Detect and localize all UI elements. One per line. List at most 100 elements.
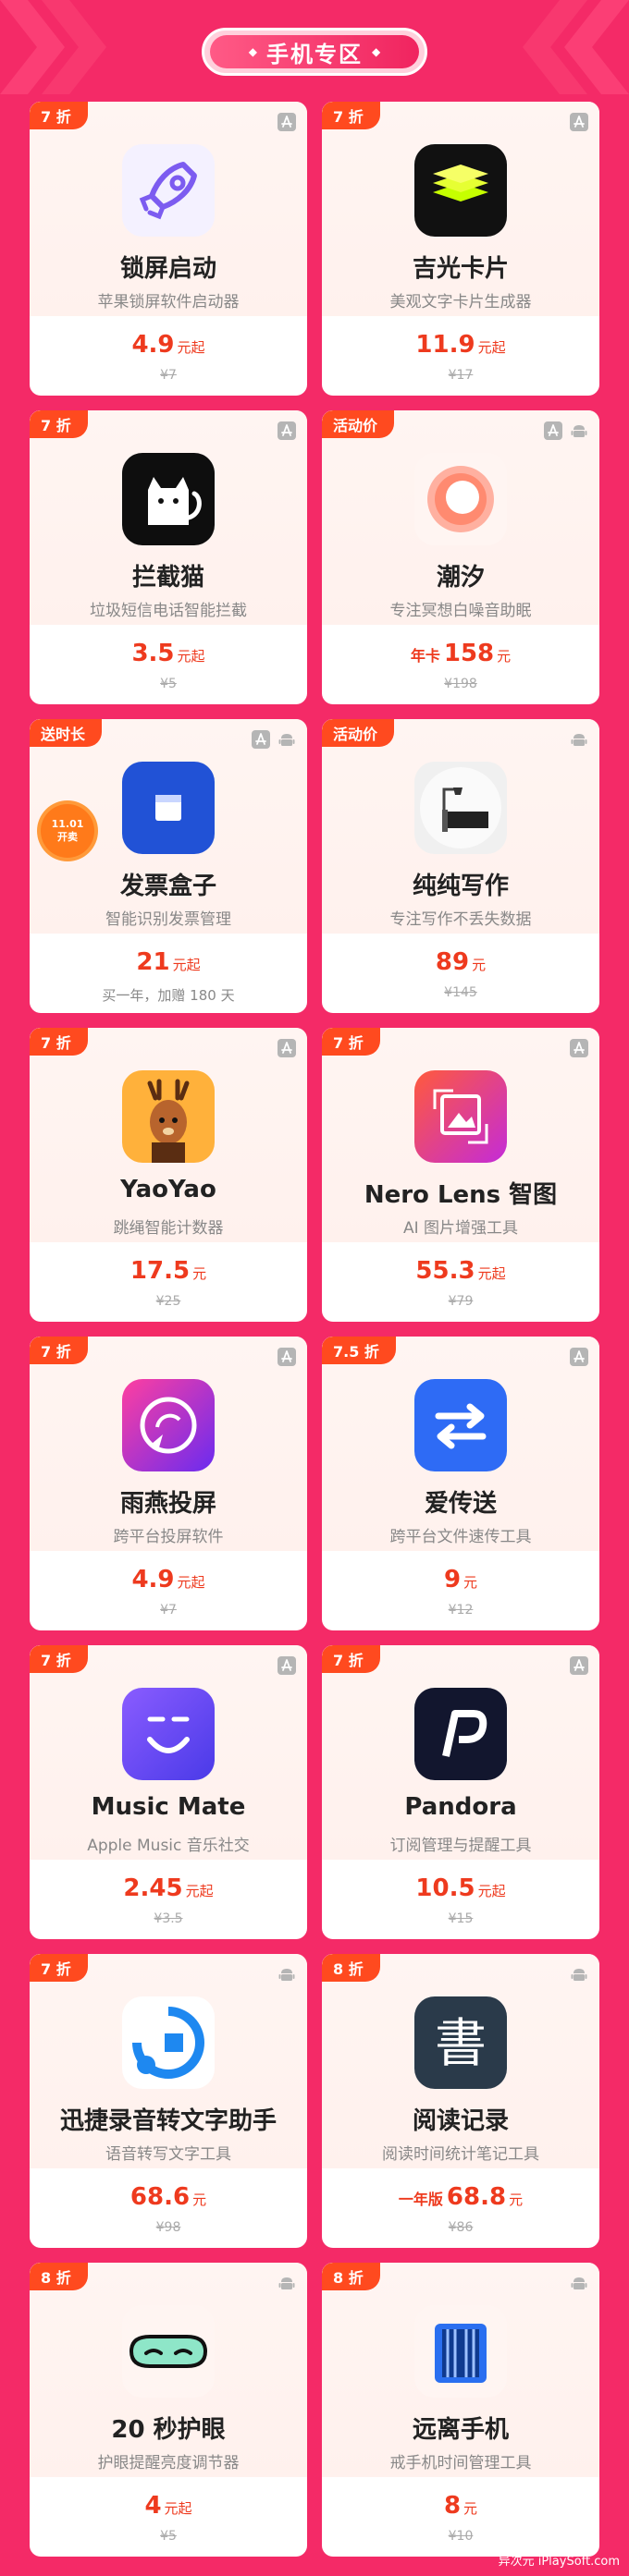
cat-icon[interactable] bbox=[122, 453, 215, 545]
price-unit: 元 bbox=[192, 2191, 207, 2208]
app-card[interactable]: 7.5 折爱传送 跨平台文件速传工具 9 元 ¥12 bbox=[322, 1337, 599, 1630]
app-store-icon bbox=[278, 421, 296, 440]
price-unit: 元起 bbox=[177, 648, 205, 665]
app-store-icon bbox=[544, 421, 562, 440]
price-unit: 元起 bbox=[477, 1883, 506, 1899]
price-unit: 元起 bbox=[177, 1574, 205, 1591]
app-store-icon bbox=[252, 730, 270, 749]
book-char-icon[interactable]: 書 bbox=[414, 1996, 507, 2089]
watermark: 异次元 iPlaySoft.com bbox=[498, 2555, 620, 2569]
discount-badge: 7.5 折 bbox=[322, 1337, 396, 1364]
price-unit: 元 bbox=[192, 1265, 207, 1282]
section-header: ◆ 手机专区 ◆ bbox=[0, 0, 629, 94]
discount-badge: 7 折 bbox=[322, 1645, 380, 1673]
price-row: 10.5 元起 bbox=[322, 1874, 599, 1902]
app-card[interactable]: 8 折書阅读记录 阅读时间统计笔记工具 一年版 68.8 元 ¥86 bbox=[322, 1954, 599, 2248]
price-unit: 元 bbox=[463, 2500, 478, 2517]
platform-icons bbox=[570, 2274, 588, 2292]
price-unit: 元 bbox=[497, 648, 512, 665]
app-card[interactable]: 7 折吉光卡片 美观文字卡片生成器 11.9 元起 ¥17 bbox=[322, 102, 599, 396]
eye-mask-icon[interactable] bbox=[122, 2305, 215, 2398]
price-row: 4 元起 bbox=[30, 2492, 307, 2520]
price-value: 9 bbox=[443, 1566, 462, 1593]
original-price: ¥12 bbox=[448, 1603, 474, 1618]
promo-note: 买一年，加赠 180 天 bbox=[102, 987, 235, 1004]
app-description: 订阅管理与提醒工具 bbox=[389, 1837, 532, 1855]
price-row: 4.9 元起 bbox=[30, 1566, 307, 1593]
platform-icons bbox=[252, 730, 296, 749]
cast-icon[interactable] bbox=[122, 1379, 215, 1471]
picture-icon[interactable] bbox=[414, 1070, 507, 1163]
voice-circle-icon[interactable] bbox=[122, 1996, 215, 2089]
price-row: 9元 bbox=[322, 1566, 599, 1593]
music-face-icon[interactable] bbox=[122, 1688, 215, 1780]
app-card[interactable]: 7 折拦截猫 垃圾短信电话智能拦截 3.5 元起 ¥5 bbox=[30, 410, 307, 704]
price-row: 年卡 158 元 bbox=[322, 640, 599, 667]
price-unit: 元起 bbox=[172, 957, 201, 973]
app-name: Pandora bbox=[404, 1793, 517, 1821]
discount-badge: 活动价 bbox=[322, 410, 395, 438]
price-unit: 元 bbox=[463, 1574, 478, 1591]
original-price: ¥5 bbox=[160, 2529, 177, 2544]
layers-icon[interactable] bbox=[414, 144, 507, 237]
box-icon[interactable] bbox=[122, 762, 215, 854]
app-card[interactable]: 活动价 潮汐 专注冥想白噪音助眠 年卡 158 元 ¥198 bbox=[322, 410, 599, 704]
title-deco-right: ◆ bbox=[372, 45, 381, 58]
price-value: 17.5 bbox=[130, 1257, 191, 1285]
app-card[interactable]: 7 折雨燕投屏 跨平台投屏软件 4.9 元起 ¥7 bbox=[30, 1337, 307, 1630]
original-price: ¥145 bbox=[444, 985, 477, 1000]
app-card[interactable]: 7 折 Pandora 订阅管理与提醒工具 10.5 元起 ¥15 bbox=[322, 1645, 599, 1939]
launch-date-seal: 11.01 开卖 bbox=[41, 804, 94, 858]
app-name: 阅读记录 bbox=[412, 2107, 509, 2135]
price-value: 3.5 bbox=[131, 640, 175, 667]
discount-badge: 7 折 bbox=[30, 102, 88, 129]
original-price: ¥7 bbox=[160, 1603, 177, 1618]
app-store-icon bbox=[570, 1348, 588, 1366]
deer-icon[interactable] bbox=[122, 1070, 215, 1163]
app-card[interactable]: 7 折锁屏启动 苹果锁屏软件启动器 4.9 元起 ¥7 bbox=[30, 102, 307, 396]
price-row: 一年版 68.8 元 bbox=[322, 2183, 599, 2211]
desk-lamp-icon[interactable] bbox=[414, 762, 507, 854]
phone-cage-icon[interactable] bbox=[414, 2305, 507, 2398]
discount-badge: 7 折 bbox=[322, 1028, 380, 1056]
original-price: ¥17 bbox=[448, 368, 474, 383]
price-value: 68.8 bbox=[446, 2183, 507, 2211]
original-price: ¥10 bbox=[448, 2529, 474, 2544]
app-card[interactable]: 8 折 20 秒护眼 护眼提醒亮度调节器 4 元起 ¥5 bbox=[30, 2263, 307, 2557]
app-name: 20 秒护眼 bbox=[111, 2416, 226, 2444]
price-value: 2.45 bbox=[123, 1874, 183, 1902]
platform-icons bbox=[544, 421, 588, 440]
price-unit: 元起 bbox=[177, 339, 205, 356]
price-value: 158 bbox=[443, 640, 495, 667]
pandora-icon[interactable] bbox=[414, 1688, 507, 1780]
price-row: 3.5 元起 bbox=[30, 640, 307, 667]
price-value: 55.3 bbox=[415, 1257, 475, 1285]
rocket-icon[interactable] bbox=[122, 144, 215, 237]
price-value: 4.9 bbox=[131, 331, 175, 359]
app-card[interactable]: 活动价 纯纯写作 专注写作不丢失数据 89 元 ¥145 bbox=[322, 719, 599, 1013]
transfer-arrows-icon[interactable] bbox=[414, 1379, 507, 1471]
platform-icons bbox=[570, 1348, 588, 1366]
app-card[interactable]: 7 折 Nero Lens 智图 AI 图片增强工具 55.3 元起 ¥79 bbox=[322, 1028, 599, 1322]
platform-icons bbox=[570, 1965, 588, 1984]
app-store-icon bbox=[278, 1348, 296, 1366]
discount-badge: 8 折 bbox=[322, 1954, 380, 1982]
app-card[interactable]: 送时长 11.01 开卖 发票盒子 智能识别发票管理 21 元起 买一年，加赠 180 天 bbox=[30, 719, 307, 1013]
original-price: ¥25 bbox=[155, 1294, 181, 1309]
app-card[interactable]: 8 折远离手机 戒手机时间管理工具 8 元 ¥10 bbox=[322, 2263, 599, 2557]
app-description: Apple Music 音乐社交 bbox=[87, 1837, 250, 1855]
discount-badge: 7 折 bbox=[30, 1028, 88, 1056]
app-description: AI 图片增强工具 bbox=[402, 1219, 519, 1238]
app-card[interactable]: 7 折迅捷录音转文字助手 语音转写文字工具 68.6 元 ¥98 bbox=[30, 1954, 307, 2248]
discount-badge: 7 折 bbox=[30, 1645, 88, 1673]
price-unit: 元 bbox=[509, 2191, 524, 2208]
ring-icon[interactable] bbox=[414, 453, 507, 545]
platform-icons bbox=[278, 1039, 296, 1057]
original-price: ¥198 bbox=[444, 677, 477, 691]
discount-badge: 7 折 bbox=[322, 102, 380, 129]
original-price: ¥98 bbox=[155, 2220, 181, 2235]
price-unit: 元起 bbox=[164, 2500, 192, 2517]
app-store-icon bbox=[278, 1039, 296, 1057]
app-card[interactable]: 7 折 YaoYao 跳绳智能计数器 17.5 元 ¥25 bbox=[30, 1028, 307, 1322]
app-card[interactable]: 7 折 Music Mate Apple Music 音乐社交 2.45 元起 ¥3.5 bbox=[30, 1645, 307, 1939]
